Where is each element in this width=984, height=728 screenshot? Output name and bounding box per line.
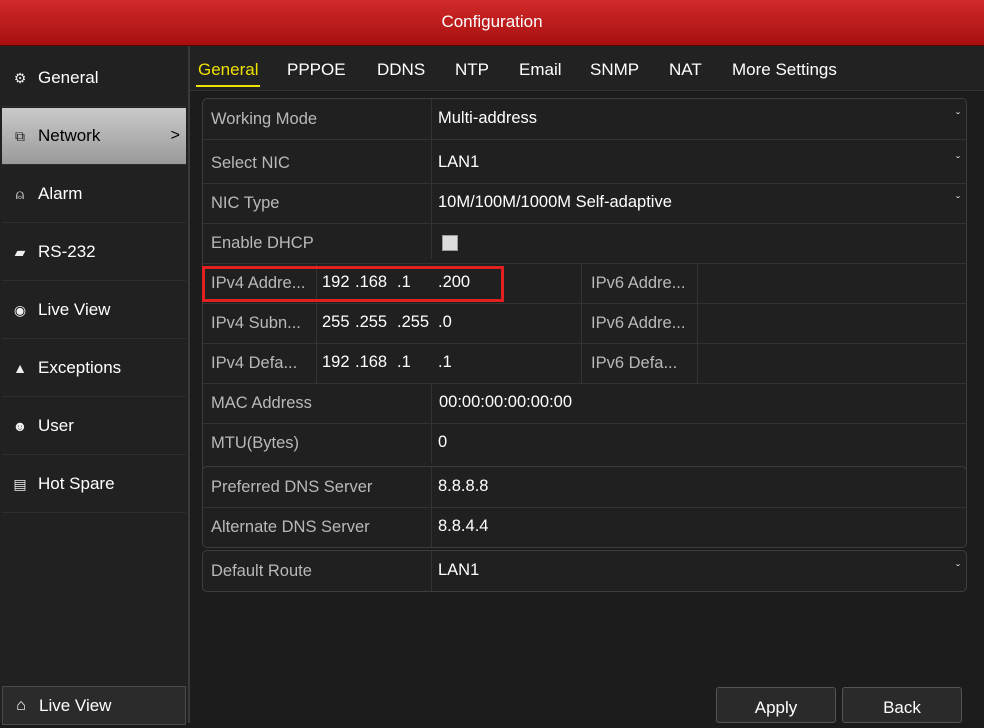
ipv4-subnet-input[interactable]: 255 .255 .255 .0 (322, 313, 572, 333)
warning-icon: ▲ (13, 360, 27, 376)
chevron-down-icon[interactable]: ˇ (956, 194, 960, 208)
mtu-row: MTU(Bytes) 0 (203, 423, 966, 463)
working-mode-label: Working Mode (211, 110, 318, 128)
mtu-label: MTU(Bytes) (211, 434, 299, 452)
eye-icon: ◉ (13, 301, 27, 318)
sidebar-item-rs232[interactable]: ▰ RS-232 (2, 224, 186, 281)
mtu-input[interactable]: 0 (438, 433, 447, 452)
tab-general[interactable]: General (195, 60, 261, 87)
alarm-icon: ⍝ (15, 185, 25, 202)
tab-more-settings[interactable]: More Settings (732, 60, 837, 80)
apply-button[interactable]: Apply (716, 687, 836, 723)
back-button[interactable]: Back (842, 687, 962, 723)
sidebar-item-general[interactable]: ⚙ General (2, 50, 186, 107)
default-route-group: Default Route LAN1 ˇ (202, 550, 967, 592)
gear-icon: ⚙ (13, 69, 27, 86)
nic-settings-group: Working Mode Multi-address ˇ Select NIC … (202, 98, 967, 509)
enable-dhcp-row: Enable DHCP (203, 223, 966, 264)
ipv4-address-highlight (202, 266, 504, 302)
tab-ntp[interactable]: NTP (455, 60, 489, 80)
sidebar-item-alarm[interactable]: ⍝ Alarm (2, 166, 186, 223)
chevron-down-icon[interactable]: ˇ (956, 154, 960, 168)
mac-address-value: 00:00:00:00:00:00 (439, 393, 573, 411)
sidebar-item-label: Hot Spare (38, 474, 115, 493)
live-view-button[interactable]: ⌂ Live View (2, 686, 186, 725)
window-title: Configuration (441, 12, 543, 31)
tab-pppoe[interactable]: PPPOE (287, 60, 346, 80)
sidebar-item-user[interactable]: ☻ User (2, 398, 186, 455)
serial-port-icon: ▰ (14, 243, 26, 260)
select-nic-label: Select NIC (211, 154, 290, 172)
users-icon: ☻ (12, 418, 28, 434)
sidebar-item-label: Alarm (38, 184, 83, 203)
nic-type-select[interactable]: 10M/100M/1000M Self-adaptive (438, 193, 672, 212)
sidebar-item-label: General (38, 68, 99, 87)
ipv6-gateway-label: IPv6 Defa... (591, 354, 678, 372)
alternate-dns-label: Alternate DNS Server (211, 518, 370, 536)
network-icon: ⧉ (15, 127, 25, 144)
ipv4-gateway-label: IPv4 Defa... (211, 354, 298, 372)
enable-dhcp-checkbox[interactable] (442, 235, 458, 251)
preferred-dns-input[interactable]: 8.8.8.8 (438, 477, 488, 496)
preferred-dns-row: Preferred DNS Server 8.8.8.8 (203, 467, 966, 508)
mac-address-row: MAC Address 00:00:00:00:00:00 (203, 383, 966, 424)
ipv6-address-1-label: IPv6 Addre... (591, 274, 686, 292)
nic-type-label: NIC Type (211, 194, 280, 212)
title-bar: Configuration (0, 0, 984, 46)
select-nic-row: Select NIC LAN1 ˇ (203, 143, 966, 184)
sidebar-item-network[interactable]: ⧉ Network > (2, 108, 186, 165)
ipv4-subnet-label: IPv4 Subn... (211, 314, 301, 332)
sidebar-item-live-view[interactable]: ◉ Live View (2, 282, 186, 339)
ipv4-gateway-input[interactable]: 192 .168 .1 .1 (322, 353, 572, 373)
sidebar-item-label: User (38, 416, 74, 435)
tab-bar: General PPPOE DDNS NTP Email SNMP NAT Mo… (190, 46, 984, 91)
tab-ddns[interactable]: DDNS (377, 60, 425, 80)
alternate-dns-input[interactable]: 8.8.4.4 (438, 517, 488, 536)
sidebar-item-exceptions[interactable]: ▲ Exceptions (2, 340, 186, 397)
chevron-down-icon[interactable]: ˇ (956, 562, 960, 576)
live-view-label: Live View (39, 695, 112, 715)
ipv4-subnet-row: IPv4 Subn... 255 .255 .255 .0 IPv6 Addre… (203, 303, 966, 344)
preferred-dns-label: Preferred DNS Server (211, 478, 373, 496)
alternate-dns-row: Alternate DNS Server 8.8.4.4 (203, 507, 966, 547)
working-mode-row: Working Mode Multi-address ˇ (203, 99, 966, 140)
working-mode-select[interactable]: Multi-address (438, 109, 537, 128)
sidebar-item-label: RS-232 (38, 242, 96, 261)
tab-snmp[interactable]: SNMP (590, 60, 639, 80)
tab-email[interactable]: Email (519, 60, 562, 80)
dns-group: Preferred DNS Server 8.8.8.8 Alternate D… (202, 466, 967, 548)
ipv4-gateway-row: IPv4 Defa... 192 .168 .1 .1 IPv6 Defa... (203, 343, 966, 384)
chevron-right-icon: > (170, 127, 180, 144)
chevron-down-icon[interactable]: ˇ (956, 110, 960, 124)
sidebar-item-label: Network (38, 126, 101, 145)
select-nic-select[interactable]: LAN1 (438, 153, 479, 172)
enable-dhcp-label: Enable DHCP (211, 234, 314, 252)
sidebar-item-label: Exceptions (38, 358, 122, 377)
home-icon: ⌂ (16, 696, 26, 714)
default-route-select[interactable]: LAN1 (438, 561, 479, 580)
sidebar-item-label: Live View (38, 300, 111, 319)
ipv6-address-2-label: IPv6 Addre... (591, 314, 686, 332)
sidebar-item-hot-spare[interactable]: ▤ Hot Spare (2, 456, 186, 513)
nic-type-row: NIC Type 10M/100M/1000M Self-adaptive ˇ (203, 183, 966, 224)
mac-address-label: MAC Address (211, 394, 312, 412)
default-route-label: Default Route (211, 562, 312, 580)
default-route-row: Default Route LAN1 ˇ (203, 551, 966, 591)
main-panel: General PPPOE DDNS NTP Email SNMP NAT Mo… (190, 46, 984, 723)
sidebar: ⚙ General ⧉ Network > ⍝ Alarm ▰ RS-232 ◉… (0, 46, 190, 725)
hot-spare-icon: ▤ (13, 475, 27, 492)
tab-nat[interactable]: NAT (669, 60, 702, 80)
